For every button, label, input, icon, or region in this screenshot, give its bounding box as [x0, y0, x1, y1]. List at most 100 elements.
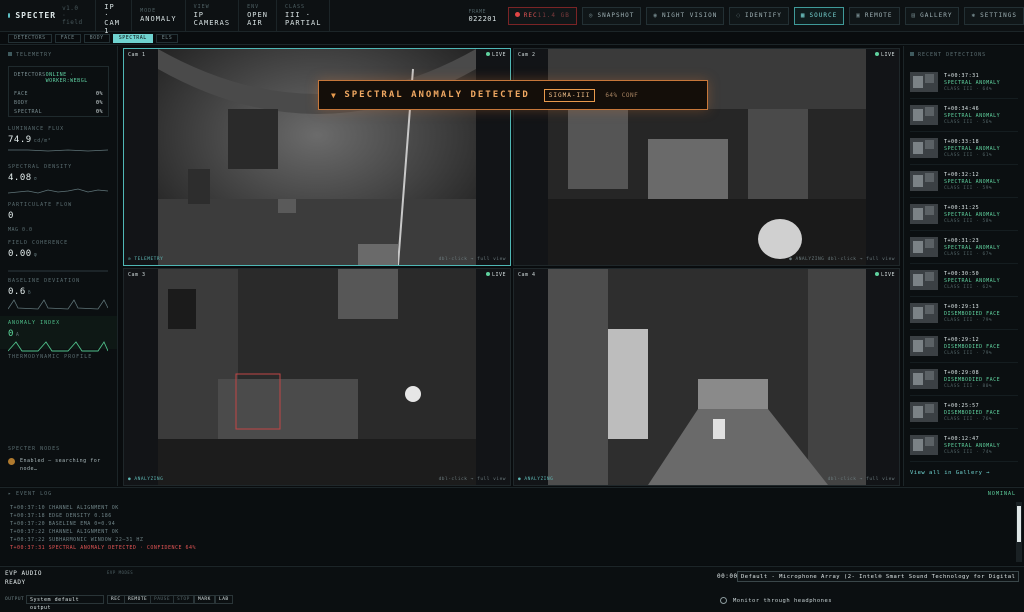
live-dot-icon	[485, 52, 490, 56]
source-button[interactable]: ▦ SOURCE	[793, 6, 845, 25]
detections-list: T+00:37:31 SPECTRAL ANOMALY CLASS III · 64…	[910, 66, 1018, 462]
alert-confidence: 64% CONF	[605, 91, 639, 99]
detection-type: DISEMBODIED FACE	[944, 343, 1001, 350]
panel-marker-icon	[910, 52, 914, 56]
detection-thumbnail	[910, 402, 938, 422]
record-dot-icon	[514, 12, 520, 17]
detection-class: CLASS III · 58%	[944, 218, 993, 224]
detection-item[interactable]: T+00:29:13 DISEMBODIED FACE CLASS III · 79…	[910, 297, 1018, 330]
evp-mark-button[interactable]: MARK	[194, 595, 215, 604]
camera-4-hint: dbl-click → full view	[827, 477, 895, 482]
night-vision-button[interactable]: ◉ NIGHT VISION	[646, 6, 725, 25]
detector-face-label: FACE	[14, 91, 29, 97]
camera-1-live: LIVE	[485, 52, 506, 58]
log-line: T+00:37:10 CHANNEL ALIGNMENT OK	[10, 505, 119, 511]
detection-time: T+00:30:50	[944, 270, 980, 277]
detection-type: SPECTRAL ANOMALY	[944, 112, 1001, 119]
evp-remote-button[interactable]: REMOTE	[124, 595, 152, 604]
detection-class: CLASS III · 62%	[944, 284, 993, 290]
coherence-sparkline	[8, 270, 108, 272]
header-view[interactable]: VIEW IP CAMERAS	[186, 0, 240, 32]
header-mode[interactable]: MODE ANOMALY	[132, 0, 186, 32]
detection-type: SPECTRAL ANOMALY	[944, 79, 1001, 86]
specter-app: SPECTER v1.0 · field SRCIP · CAM 1 MODEA…	[0, 0, 1024, 612]
evp-lab-button[interactable]: LAB	[215, 595, 233, 604]
tab-detectors[interactable]: DETECTORS	[8, 33, 52, 43]
detection-time: T+00:29:08	[944, 369, 980, 376]
detection-type: SPECTRAL ANOMALY	[944, 178, 1001, 185]
coherence-metric: FIELD COHERENCE 0.00 φ	[8, 240, 109, 273]
deviation-sparkline	[8, 299, 108, 310]
event-log-status: NOMINAL	[987, 491, 1016, 497]
detection-time: T+00:25:57	[944, 402, 980, 409]
telemetry-panel: TELEMETRY DETECTORS ONLINE · WORKER:WEBGL…	[0, 46, 118, 486]
record-button[interactable]: REC 11.4 GB	[507, 6, 577, 25]
detection-item[interactable]: T+00:29:08 DISEMBODIED FACE CLASS III · 80…	[910, 363, 1018, 396]
monitor-headphones-toggle[interactable]: Monitor through headphones	[720, 597, 832, 604]
detection-item[interactable]: T+00:37:31 SPECTRAL ANOMALY CLASS III · 64…	[910, 66, 1018, 99]
particulate-metric: PARTICULATE FLOW 0 MAG 0.0	[8, 202, 73, 233]
alert-triangle-icon: ▼	[331, 90, 337, 100]
tab-spectral[interactable]: SPECTRAL	[112, 33, 153, 43]
evp-pause-button[interactable]: PAUSE	[150, 595, 175, 604]
header-source[interactable]: SRCIP · CAM 1	[96, 0, 133, 35]
detection-item[interactable]: T+00:29:12 DISEMBODIED FACE CLASS III · 79…	[910, 330, 1018, 363]
view-all-gallery-link[interactable]: View all in Gallery →	[910, 470, 990, 476]
detection-item[interactable]: T+00:32:12 SPECTRAL ANOMALY CLASS III · 59…	[910, 165, 1018, 198]
camera-3-live: LIVE	[485, 272, 506, 278]
settings-button[interactable]: ✱ SETTINGS	[964, 6, 1024, 25]
evp-timer: 00:00	[717, 573, 738, 580]
camera-3-feed	[158, 269, 476, 485]
gallery-button[interactable]: ▤ GALLERY	[904, 6, 960, 25]
tab-els[interactable]: ELS	[155, 33, 179, 43]
alert-class-badge: SIGMA-III	[543, 88, 596, 102]
log-line: T+00:37:20 BASELINE EMA 0=0.94	[10, 521, 116, 527]
detection-thumbnail	[910, 336, 938, 356]
camera-2-live: LIVE	[874, 52, 895, 58]
detection-item[interactable]: T+00:31:25 SPECTRAL ANOMALY CLASS III · 58…	[910, 198, 1018, 231]
spectral-density-metric: SPECTRAL DENSITY 4.08 σ	[8, 164, 109, 197]
detection-thumbnail	[910, 435, 938, 455]
evp-status: READY	[5, 579, 26, 586]
camera-tile-4[interactable]: Cam 4 LIVE ● ANALYZING dbl-click → full …	[513, 268, 900, 486]
detection-class: CLASS III · 67%	[944, 251, 993, 257]
detection-time: T+00:31:23	[944, 237, 980, 244]
remote-button[interactable]: ▣ REMOTE	[849, 6, 900, 25]
event-log-scrollbar[interactable]	[1016, 502, 1022, 562]
luminance-metric: LUMINANCE FLUX 74.9 cd/m²	[8, 126, 109, 159]
evp-modes-label[interactable]: EVP MODES	[107, 570, 133, 575]
detection-thumbnail	[910, 171, 938, 191]
snapshot-button[interactable]: ◎ SNAPSHOT	[581, 6, 642, 25]
detector-face-value: 0%	[95, 91, 103, 97]
anomaly-sparkline	[8, 341, 108, 352]
detection-thumbnail	[910, 270, 938, 290]
output-device-select[interactable]: System default output	[26, 595, 104, 611]
evp-rec-button[interactable]: REC	[107, 595, 125, 604]
tab-body[interactable]: BODY	[83, 33, 110, 43]
header-class[interactable]: CLASS III · PARTIAL	[277, 0, 331, 32]
detection-class: CLASS III · 79%	[944, 317, 993, 323]
camera-4-live: LIVE	[874, 272, 895, 278]
anomaly-alert-banner[interactable]: ▼ SPECTRAL ANOMALY DETECTED SIGMA-III 64…	[318, 80, 708, 110]
scrollbar-thumb[interactable]	[1017, 506, 1021, 542]
evp-stop-button[interactable]: STOP	[173, 595, 194, 604]
detection-item[interactable]: T+00:12:47 SPECTRAL ANOMALY CLASS III · 74…	[910, 429, 1018, 462]
camera-3-label: Cam 3	[128, 272, 146, 278]
microphone-select[interactable]: Default - Microphone Array (2- Intel® Sm…	[737, 571, 1019, 582]
detection-item[interactable]: T+00:33:18 SPECTRAL ANOMALY CLASS III · 61…	[910, 132, 1018, 165]
detectors-label: DETECTORS	[14, 72, 46, 78]
detection-time: T+00:29:12	[944, 336, 980, 343]
detection-item[interactable]: T+00:30:50 SPECTRAL ANOMALY CLASS III · 62…	[910, 264, 1018, 297]
tab-face[interactable]: FACE	[54, 33, 81, 43]
camera-2-label: Cam 2	[518, 52, 536, 58]
camera-1-telemetry-toggle[interactable]: ⊙ TELEMETRY	[128, 257, 163, 262]
camera-tile-3[interactable]: Cam 3 LIVE ● ANALYZING dbl-click → full …	[123, 268, 511, 486]
header-environment[interactable]: ENV OPEN AIR	[239, 0, 277, 32]
detection-item[interactable]: T+00:25:57 DISEMBODIED FACE CLASS III · 76…	[910, 396, 1018, 429]
detection-class: CLASS III · 80%	[944, 383, 993, 389]
identify-button[interactable]: ◌ IDENTIFY	[729, 6, 789, 25]
detection-item[interactable]: T+00:34:46 SPECTRAL ANOMALY CLASS III · 56…	[910, 99, 1018, 132]
scan-icon: ◌	[736, 12, 742, 19]
detection-thumbnail	[910, 105, 938, 125]
detection-item[interactable]: T+00:31:23 SPECTRAL ANOMALY CLASS III · 67…	[910, 231, 1018, 264]
